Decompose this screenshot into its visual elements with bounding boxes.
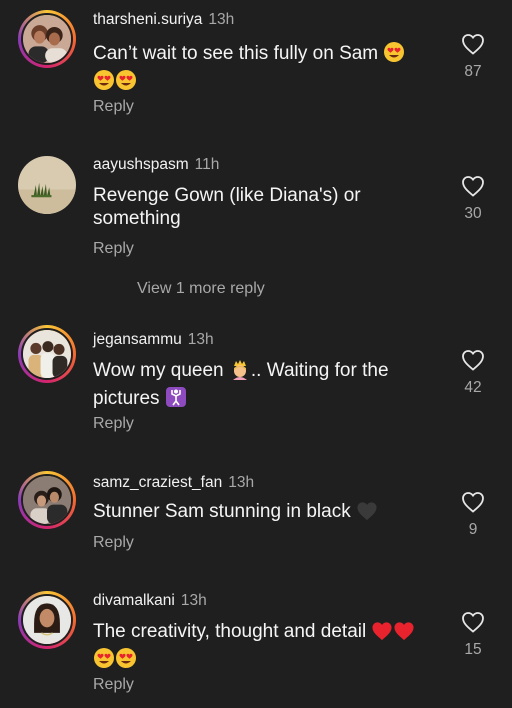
like-count: 9 [468, 521, 478, 538]
like-count: 15 [464, 641, 482, 658]
view-more-replies-button[interactable]: View 1 more reply [137, 280, 265, 298]
red-heart-emoji-icon [393, 621, 415, 647]
avatar-woman-portrait-icon [21, 594, 73, 646]
reply-button[interactable]: Reply [93, 98, 134, 116]
like-button[interactable]: 87 [455, 33, 491, 81]
username[interactable]: aayushspasm [93, 156, 189, 173]
comment-text-main: The creativity, thought and detail [93, 621, 367, 642]
reply-button[interactable]: Reply [93, 415, 134, 433]
reply-button[interactable]: Reply [93, 676, 134, 694]
heart-eyes-emoji-icon [383, 41, 405, 69]
avatar[interactable] [18, 471, 76, 529]
heart-eyes-emoji-icon [115, 69, 137, 97]
comment-text: Stunner Sam stunning in black [93, 500, 438, 527]
username[interactable]: tharsheni.suriya [93, 11, 202, 28]
heart-eyes-emoji-icon [93, 647, 115, 675]
timestamp: 13h [180, 592, 207, 609]
heart-outline-icon [462, 350, 484, 371]
comment-meta: aayushspasm 11h [93, 155, 219, 175]
like-button[interactable]: 9 [455, 491, 491, 539]
comment-text: Revenge Gown (like Diana's) or something [93, 185, 361, 229]
avatar-couple-photo-icon [21, 474, 73, 526]
heart-eyes-emoji-icon [115, 647, 137, 675]
avatar-two-women-icon [21, 13, 73, 65]
comment-text-main: Stunner Sam stunning in black [93, 501, 351, 522]
red-heart-emoji-icon [371, 621, 393, 647]
comment-text: Can’t wait to see this fully on Sam [93, 41, 438, 97]
avatar-grass-landscape-icon [18, 156, 76, 214]
like-count: 87 [464, 63, 482, 80]
reply-button[interactable]: Reply [93, 534, 134, 552]
heart-outline-icon [462, 176, 484, 197]
heart-outline-icon [462, 612, 484, 633]
avatar[interactable] [18, 591, 76, 649]
heart-outline-icon [462, 34, 484, 55]
person-lifting-emoji-icon [165, 386, 187, 414]
avatar[interactable] [18, 156, 76, 214]
timestamp: 13h [228, 474, 255, 491]
username[interactable]: divamalkani [93, 592, 175, 609]
comment-text-main: Can’t wait to see this fully on Sam [93, 43, 379, 64]
like-button[interactable]: 15 [455, 611, 491, 659]
timestamp: 13h [187, 331, 214, 348]
comment-text-part-a: Wow my queen [93, 360, 224, 381]
comment-meta: jegansammu 13h [93, 330, 214, 350]
heart-eyes-emoji-icon [93, 69, 115, 97]
comment-text: Wow my queen .. Waiting for the pictures [93, 358, 438, 414]
like-count: 30 [464, 205, 482, 222]
comment-meta: divamalkani 13h [93, 591, 207, 611]
comment-text: The creativity, thought and detail [93, 620, 438, 675]
username[interactable]: jegansammu [93, 331, 182, 348]
comment-meta: samz_craziest_fan 13h [93, 473, 254, 493]
heart-outline-icon [462, 492, 484, 513]
reply-button[interactable]: Reply [93, 240, 134, 258]
crown-person-emoji-icon [229, 358, 251, 386]
like-count: 42 [464, 379, 482, 396]
comment-meta: tharsheni.suriya 13h [93, 10, 234, 30]
avatar[interactable] [18, 325, 76, 383]
timestamp: 13h [208, 11, 235, 28]
timestamp: 11h [194, 156, 220, 173]
like-button[interactable]: 30 [455, 175, 491, 223]
like-button[interactable]: 42 [455, 349, 491, 397]
avatar[interactable] [18, 10, 76, 68]
username[interactable]: samz_craziest_fan [93, 474, 222, 491]
avatar-group-photo-icon [21, 328, 73, 380]
black-heart-emoji-icon [356, 501, 378, 527]
